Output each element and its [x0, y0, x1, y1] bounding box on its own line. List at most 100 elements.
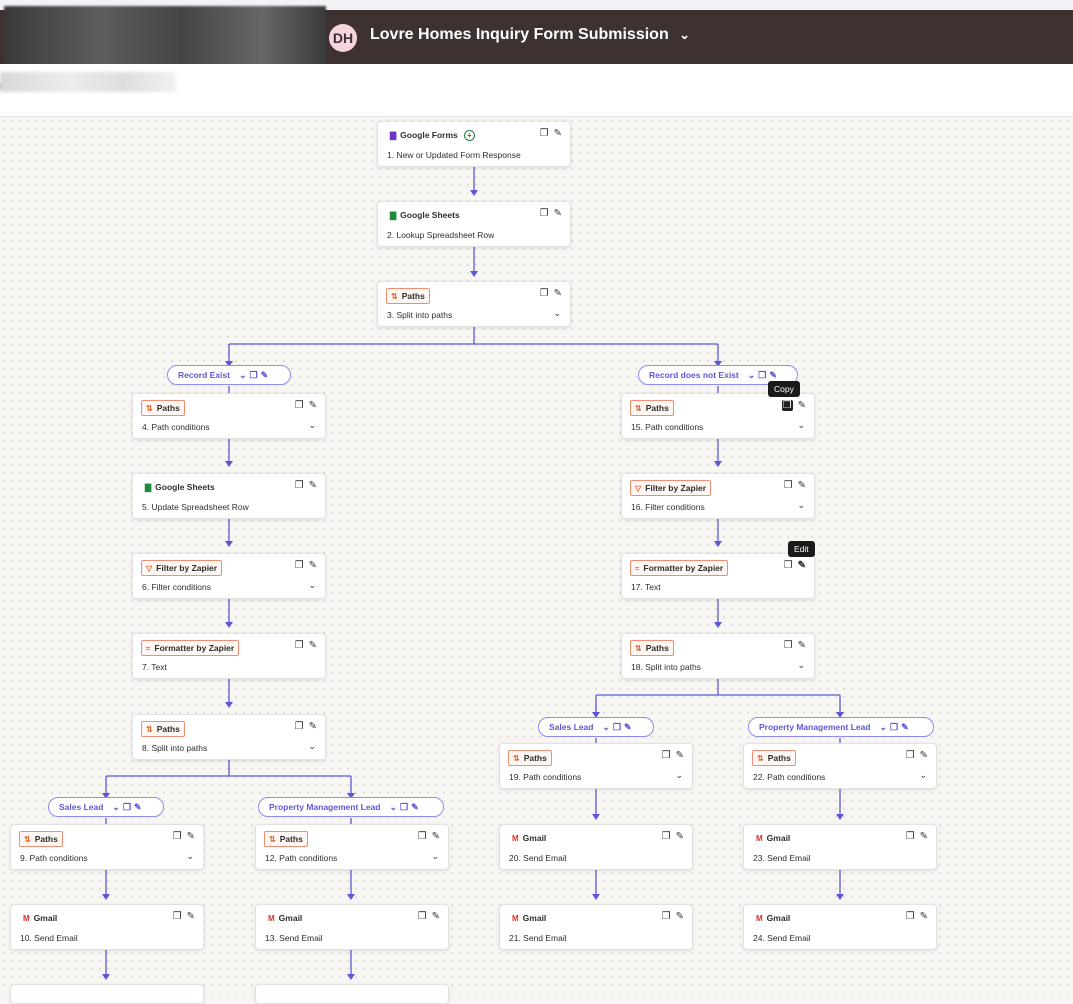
copy-icon[interactable]: ❐: [540, 288, 549, 299]
copy-icon[interactable]: ❐: [662, 831, 671, 842]
copy-icon[interactable]: ❐: [295, 721, 304, 732]
path-pill-property-mgmt-left[interactable]: Property Management Lead ⌄❐✎: [258, 797, 444, 817]
copy-icon[interactable]: ❐: [781, 400, 793, 411]
pencil-icon[interactable]: ✎: [309, 560, 317, 571]
pencil-icon[interactable]: ✎: [309, 480, 317, 491]
paths-icon: ⇅: [635, 403, 642, 413]
pencil-icon[interactable]: ✎: [554, 208, 562, 219]
step-card-partial[interactable]: [10, 984, 204, 1004]
pencil-icon[interactable]: ✎: [554, 128, 562, 139]
pencil-icon[interactable]: ✎: [187, 911, 195, 922]
pencil-icon[interactable]: ✎: [920, 750, 928, 761]
chevron-down-icon[interactable]: ⌄: [308, 420, 316, 431]
copy-icon[interactable]: ❐: [295, 640, 304, 651]
copy-icon[interactable]: ❐: [540, 208, 549, 219]
copy-icon[interactable]: ❐: [173, 911, 182, 922]
path-actions[interactable]: ⌄❐✎: [602, 722, 634, 733]
copy-icon[interactable]: ❐: [906, 750, 915, 761]
copy-icon[interactable]: ❐: [662, 750, 671, 761]
chevron-down-icon[interactable]: ⌄: [308, 741, 316, 752]
pencil-icon[interactable]: ✎: [798, 480, 806, 491]
chevron-down-icon[interactable]: ⌄: [186, 851, 194, 862]
chevron-down-icon[interactable]: ⌄: [797, 420, 805, 431]
copy-icon[interactable]: ❐: [784, 640, 793, 651]
step-app: ≈ Formatter by Zapier: [141, 640, 240, 656]
step-label: 15. Path conditions: [631, 422, 704, 432]
step-app: ⇅ Paths: [141, 721, 185, 737]
copy-icon[interactable]: ❐: [906, 831, 915, 842]
pencil-icon[interactable]: ✎: [554, 288, 562, 299]
add-icon[interactable]: +: [463, 129, 475, 141]
pencil-icon[interactable]: ✎: [676, 911, 684, 922]
pencil-icon[interactable]: ✎: [309, 640, 317, 651]
step-card-16[interactable]: ▽ Filter by Zapier ❐ ✎ 16. Filter conditio…: [621, 473, 815, 519]
step-card-7[interactable]: ≈ Formatter by Zapier ❐ ✎ 7. Text: [132, 633, 326, 679]
step-card-15[interactable]: ⇅ Paths ❐ ✎ 15. Path conditions ⌄: [621, 393, 815, 439]
step-card-partial[interactable]: [255, 984, 449, 1004]
chevron-down-icon[interactable]: ⌄: [919, 770, 927, 781]
pencil-icon[interactable]: ✎: [309, 400, 317, 411]
path-pill-sales-lead-right[interactable]: Sales Lead ⌄❐✎: [538, 717, 654, 737]
step-app: ▇ Google Sheets: [145, 482, 215, 492]
step-label: 22. Path conditions: [753, 772, 826, 782]
path-actions[interactable]: ⌄❐✎: [748, 370, 780, 381]
step-card-2[interactable]: ▇ Google Sheets ❐ ✎ 2. Lookup Spreadsheet …: [377, 201, 571, 247]
copy-icon[interactable]: ❐: [418, 831, 427, 842]
chevron-down-icon[interactable]: ⌄: [553, 308, 561, 319]
chevron-down-icon[interactable]: ⌄: [308, 580, 316, 591]
step-card-17[interactable]: ≈ Formatter by Zapier ❐ ✎ 17. Text: [621, 553, 815, 599]
pencil-icon[interactable]: ✎: [920, 911, 928, 922]
copy-icon[interactable]: ❐: [418, 911, 427, 922]
copy-icon[interactable]: ❐: [295, 400, 304, 411]
path-pill-sales-lead-left[interactable]: Sales Lead ⌄❐✎: [48, 797, 164, 817]
copy-icon[interactable]: ❐: [295, 480, 304, 491]
pencil-icon[interactable]: ✎: [676, 750, 684, 761]
chevron-down-icon[interactable]: ⌄: [797, 500, 805, 511]
path-actions[interactable]: ⌄❐✎: [879, 722, 911, 733]
pencil-icon[interactable]: ✎: [432, 911, 440, 922]
step-card-3[interactable]: ⇅ Paths ❐ ✎ 3. Split into paths ⌄: [377, 281, 571, 327]
chevron-down-icon[interactable]: ⌄: [797, 660, 805, 671]
step-card-5[interactable]: ▇ Google Sheets ❐ ✎ 5. Update Spreadsheet …: [132, 473, 326, 519]
step-card-23[interactable]: M Gmail ❐ ✎ 23. Send Email: [743, 824, 937, 870]
pencil-icon[interactable]: ✎: [309, 721, 317, 732]
step-card-13[interactable]: M Gmail ❐ ✎ 13. Send Email: [255, 904, 449, 950]
copy-icon[interactable]: ❐: [295, 560, 304, 571]
copy-icon[interactable]: ❐: [662, 911, 671, 922]
copy-icon[interactable]: ❐: [540, 128, 549, 139]
pencil-icon[interactable]: ✎: [798, 400, 806, 411]
step-app: M Gmail: [512, 833, 547, 843]
path-actions[interactable]: ⌄❐✎: [112, 802, 144, 813]
step-card-18[interactable]: ⇅ Paths ❐ ✎ 18. Split into paths ⌄: [621, 633, 815, 679]
chevron-down-icon[interactable]: ⌄: [431, 851, 439, 862]
step-card-24[interactable]: M Gmail ❐ ✎ 24. Send Email: [743, 904, 937, 950]
pencil-icon[interactable]: ✎: [798, 560, 806, 571]
copy-icon[interactable]: ❐: [784, 480, 793, 491]
path-pill-record-exist[interactable]: Record Exist ⌄❐✎: [167, 365, 291, 385]
path-actions[interactable]: ⌄❐✎: [389, 802, 421, 813]
step-card-8[interactable]: ⇅ Paths ❐ ✎ 8. Split into paths ⌄: [132, 714, 326, 760]
path-actions[interactable]: ⌄❐✎: [239, 370, 271, 381]
step-card-19[interactable]: ⇅ Paths ❐ ✎ 19. Path conditions ⌄: [499, 743, 693, 789]
pencil-icon[interactable]: ✎: [187, 831, 195, 842]
pencil-icon[interactable]: ✎: [676, 831, 684, 842]
step-card-21[interactable]: M Gmail ❐ ✎ 21. Send Email: [499, 904, 693, 950]
pencil-icon[interactable]: ✎: [798, 640, 806, 651]
step-card-10[interactable]: M Gmail ❐ ✎ 10. Send Email: [10, 904, 204, 950]
google-forms-icon: ▇: [390, 130, 397, 140]
step-card-6[interactable]: ▽ Filter by Zapier ❐ ✎ 6. Filter condition…: [132, 553, 326, 599]
step-card-4[interactable]: ⇅ Paths ❐ ✎ 4. Path conditions ⌄: [132, 393, 326, 439]
step-card-9[interactable]: ⇅ Paths ❐ ✎ 9. Path conditions ⌄: [10, 824, 204, 870]
step-card-20[interactable]: M Gmail ❐ ✎ 20. Send Email: [499, 824, 693, 870]
step-card-22[interactable]: ⇅ Paths ❐ ✎ 22. Path conditions ⌄: [743, 743, 937, 789]
step-card-12[interactable]: ⇅ Paths ❐ ✎ 12. Path conditions ⌄: [255, 824, 449, 870]
path-pill-property-mgmt-right[interactable]: Property Management Lead ⌄❐✎: [748, 717, 934, 737]
copy-icon[interactable]: ❐: [906, 911, 915, 922]
pencil-icon[interactable]: ✎: [432, 831, 440, 842]
pencil-icon[interactable]: ✎: [920, 831, 928, 842]
copy-icon[interactable]: ❐: [173, 831, 182, 842]
chevron-down-icon[interactable]: ⌄: [675, 770, 683, 781]
step-card-1[interactable]: ▇ Google Forms + ❐ ✎ 1. New or Updated Form…: [377, 121, 571, 167]
copy-icon[interactable]: ❐: [784, 560, 793, 571]
gmail-icon: M: [268, 913, 275, 923]
